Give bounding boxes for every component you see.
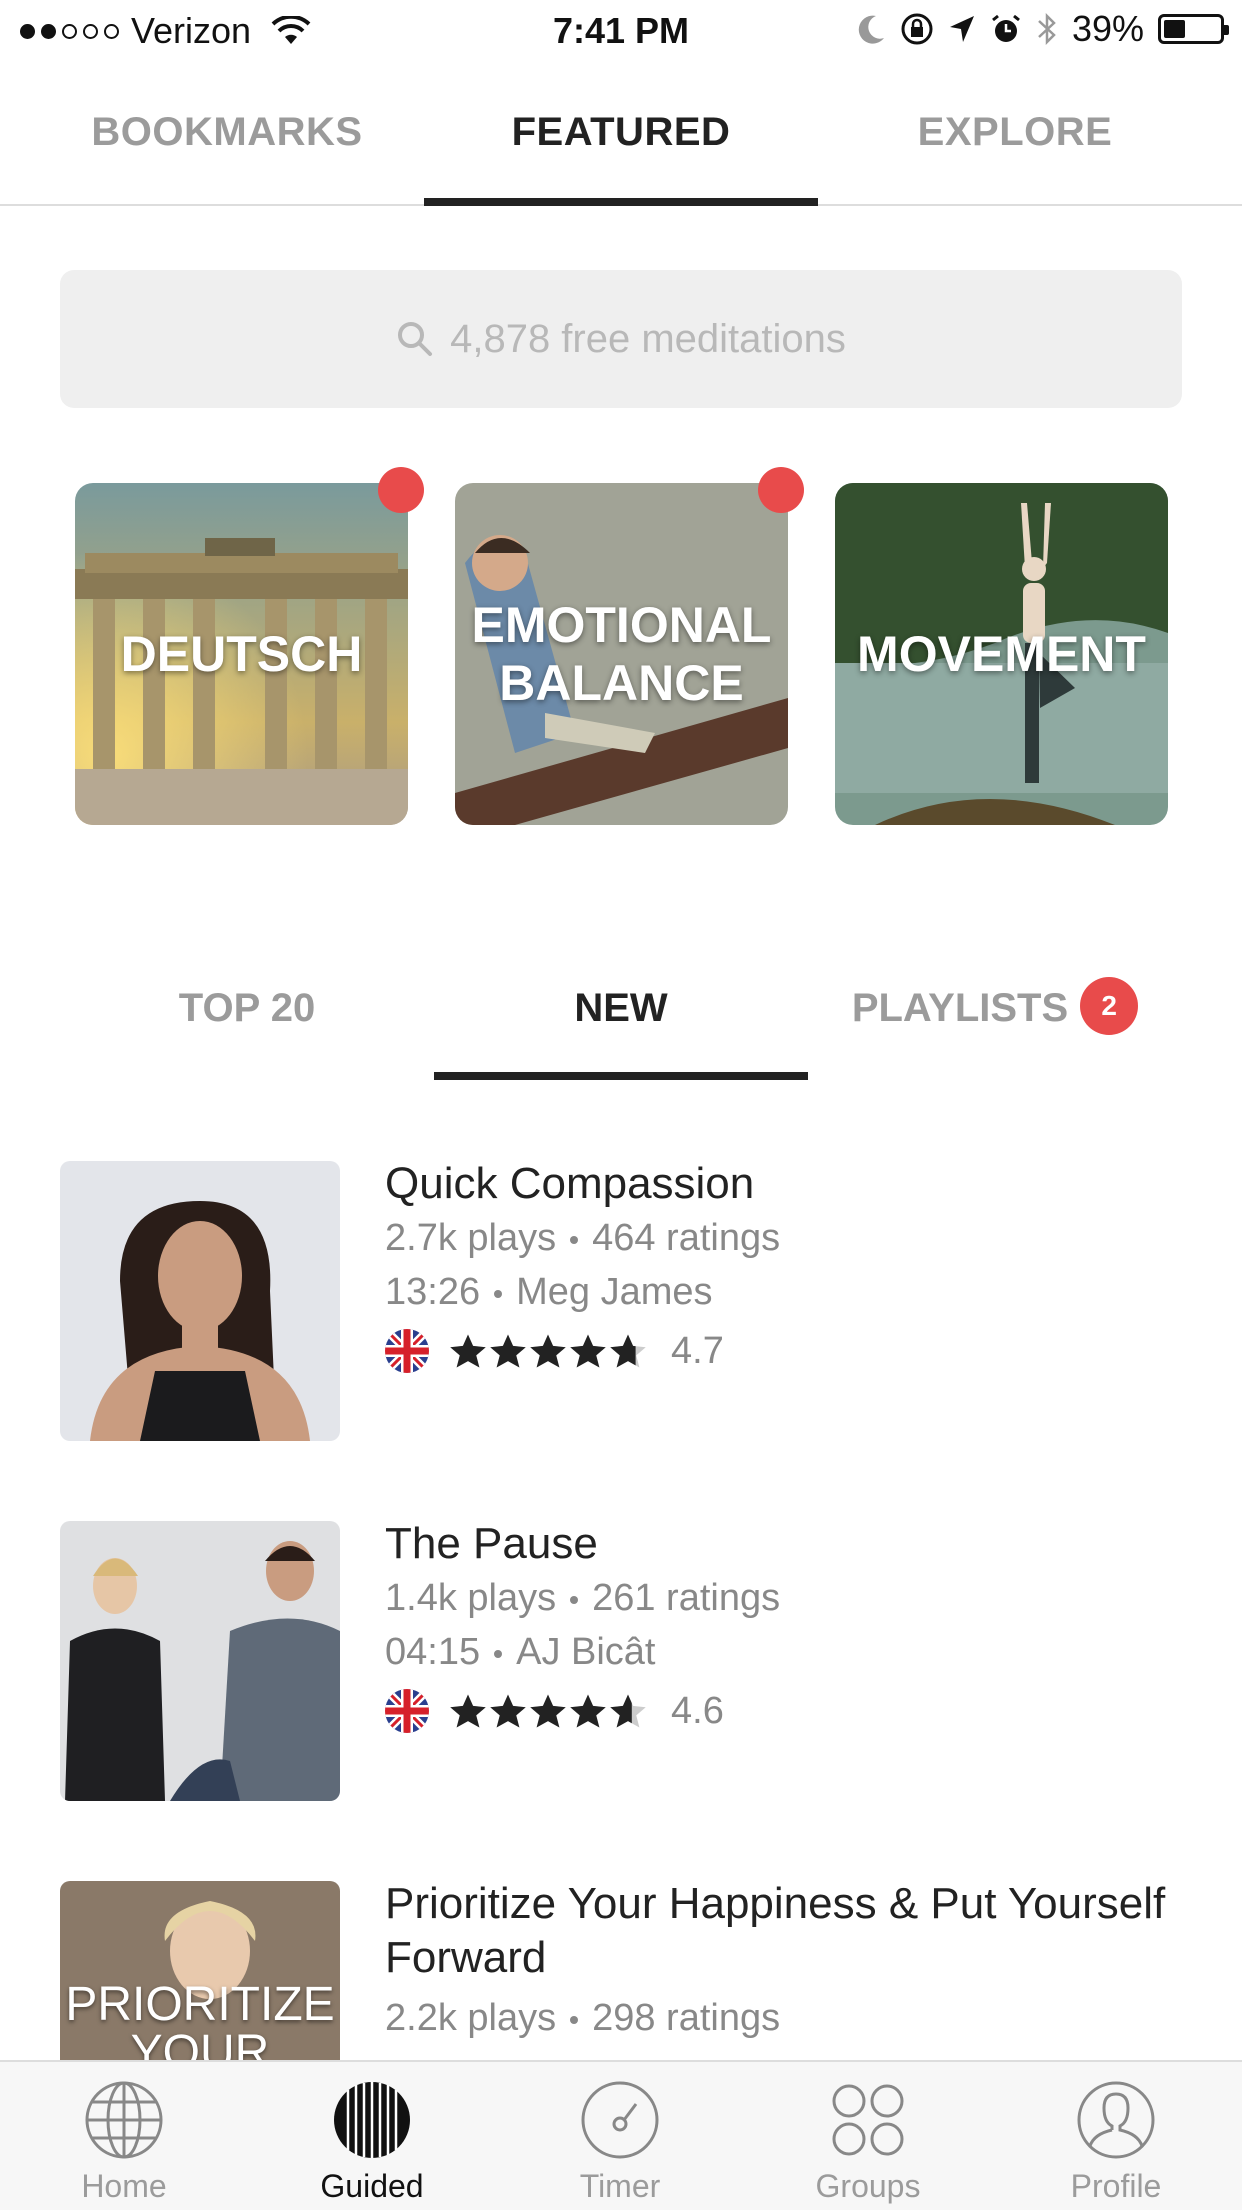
teacher-name: AJ Bicât: [516, 1631, 656, 1673]
uk-flag-icon: [385, 1329, 429, 1373]
item-info: Quick Compassion 2.7k plays 464 ratings 1…: [385, 1159, 1182, 1373]
nav-timer[interactable]: Timer: [496, 2062, 744, 2210]
timer-icon: [581, 2081, 659, 2159]
list-item[interactable]: Quick Compassion 2.7k plays 464 ratings 1…: [60, 1159, 1182, 1461]
star-icon: [610, 1334, 646, 1368]
star-rating: [449, 1332, 647, 1370]
rating-row: 4.7: [385, 1329, 1182, 1373]
teacher-name: Meg James: [516, 1271, 713, 1313]
item-title: Quick Compassion: [385, 1159, 755, 1208]
uk-flag-icon: [385, 1689, 429, 1733]
battery-percent: 39%: [1071, 8, 1144, 49]
top-tabs: BOOKMARKS FEATURED EXPLORE: [0, 80, 1242, 206]
tab-new[interactable]: NEW: [434, 945, 808, 1080]
nav-home[interactable]: Home: [0, 2062, 248, 2210]
feature-card-emotional-balance[interactable]: EMOTIONAL BALANCE: [455, 467, 804, 825]
tab-new-label: NEW: [574, 986, 668, 1030]
feature-card-label: DEUTSCH: [120, 626, 363, 682]
tab-playlists[interactable]: PLAYLISTS 2: [808, 945, 1182, 1080]
item-thumbnail: [60, 1161, 340, 1441]
nav-home-label: Home: [81, 2168, 167, 2204]
notification-dot: [378, 467, 424, 513]
tab-bookmarks-label: BOOKMARKS: [91, 110, 363, 154]
battery-icon: [1158, 14, 1229, 44]
alarm-icon: [992, 14, 1020, 42]
feature-card-deutsch[interactable]: DEUTSCH: [75, 467, 424, 825]
play-count: 2.7k plays: [385, 1217, 557, 1259]
duration: 13:26: [385, 1271, 481, 1313]
notification-dot: [758, 467, 804, 513]
search-placeholder: 4,878 free meditations: [450, 316, 846, 361]
item-info: The Pause 1.4k plays 261 ratings 04:15 AJ …: [385, 1519, 1182, 1733]
thumbnail-caption: PRIORITIZE YOUR: [65, 1978, 335, 2064]
search-icon: [398, 322, 433, 356]
list-item[interactable]: The Pause 1.4k plays 261 ratings 04:15 AJ …: [60, 1519, 1182, 1821]
active-tab-indicator: [434, 1072, 808, 1080]
profile-icon: [1077, 2081, 1155, 2159]
play-count: 2.2k plays: [385, 1997, 557, 2039]
tab-explore[interactable]: EXPLORE: [818, 80, 1212, 204]
star-icon: [530, 1334, 566, 1368]
tab-featured-label: FEATURED: [511, 110, 731, 154]
status-bar: Verizon 7:41 PM 39%: [0, 0, 1242, 64]
rating-value: 4.7: [671, 1329, 724, 1372]
nav-profile[interactable]: Profile: [992, 2062, 1240, 2210]
item-stats: 2.7k plays 464 ratings: [385, 1211, 1182, 1265]
nav-guided[interactable]: Guided: [248, 2062, 496, 2210]
nav-groups-label: Groups: [815, 2168, 921, 2204]
nav-profile-label: Profile: [1070, 2168, 1162, 2204]
bluetooth-icon: [1038, 12, 1056, 46]
item-thumbnail: [60, 1521, 340, 1801]
item-title: Prioritize Your Happiness & Put Yourself…: [385, 1879, 1166, 1982]
tab-top-20[interactable]: TOP 20: [60, 945, 434, 1080]
duration: 04:15: [385, 1631, 481, 1673]
item-details: 13:26 Meg James: [385, 1265, 1182, 1319]
tab-explore-label: EXPLORE: [917, 110, 1113, 154]
bottom-navigation: Home Guided Timer Groups Profile: [0, 2060, 1242, 2210]
feature-card-movement[interactable]: MOVEMENT: [835, 483, 1168, 825]
star-icon: [530, 1694, 566, 1728]
tab-playlists-label: PLAYLISTS: [851, 986, 1069, 1030]
item-details: 04:15 AJ Bicât: [385, 1625, 1182, 1679]
item-stats: 2.2k plays 298 ratings: [385, 1991, 1182, 2045]
guided-icon: [334, 2082, 410, 2158]
star-icon: [570, 1694, 606, 1728]
item-title: The Pause: [385, 1519, 598, 1568]
star-rating: [449, 1692, 647, 1730]
search-bar[interactable]: 4,878 free meditations: [60, 270, 1182, 408]
star-icon: [490, 1694, 526, 1728]
status-right: 39%: [858, 8, 1229, 50]
playlists-count-badge: 2: [1080, 977, 1139, 1036]
nav-groups[interactable]: Groups: [744, 2062, 992, 2210]
location-icon: [949, 16, 974, 42]
feature-card-label: MOVEMENT: [857, 626, 1146, 682]
rotation-lock-icon: [901, 13, 933, 45]
feature-card-label: EMOTIONAL BALANCE: [471, 597, 772, 711]
groups-icon: [832, 2084, 904, 2156]
tab-featured[interactable]: FEATURED: [424, 80, 818, 206]
list-tabs: TOP 20 NEW PLAYLISTS 2: [60, 945, 1182, 1080]
rating-count: 261 ratings: [592, 1577, 781, 1619]
item-stats: 1.4k plays 261 ratings: [385, 1571, 1182, 1625]
play-count: 1.4k plays: [385, 1577, 557, 1619]
rating-count: 298 ratings: [592, 1997, 781, 2039]
rating-row: 4.6: [385, 1689, 1182, 1733]
item-info: Prioritize Your Happiness & Put Yourself…: [385, 1879, 1182, 2045]
rating-count: 464 ratings: [592, 1217, 781, 1259]
star-icon: [610, 1694, 646, 1728]
star-icon: [450, 1334, 486, 1368]
globe-icon: [85, 2081, 163, 2159]
nav-timer-label: Timer: [579, 2168, 661, 2204]
rating-value: 4.6: [671, 1689, 724, 1732]
item-thumbnail: PRIORITIZE YOUR: [60, 1881, 340, 2063]
star-icon: [490, 1334, 526, 1368]
moon-icon: [858, 15, 884, 44]
star-icon: [570, 1334, 606, 1368]
active-tab-indicator: [424, 198, 818, 206]
tab-top-20-label: TOP 20: [178, 986, 316, 1030]
tab-bookmarks[interactable]: BOOKMARKS: [30, 80, 424, 204]
star-icon: [450, 1694, 486, 1728]
nav-guided-label: Guided: [320, 2168, 424, 2204]
